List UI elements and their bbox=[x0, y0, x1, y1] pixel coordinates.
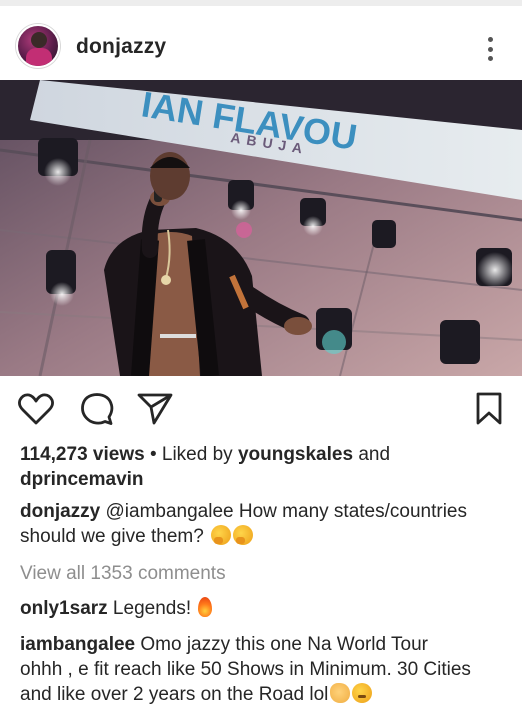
bookmark-icon[interactable] bbox=[475, 392, 503, 426]
liked-by-prefix: • Liked by bbox=[144, 444, 238, 465]
comment-text: Legends! bbox=[107, 598, 192, 619]
liked-by-user[interactable]: youngskales bbox=[238, 444, 353, 465]
post-photo[interactable]: IAN FLAVOU ABUJA bbox=[0, 80, 522, 376]
likes-line: 114,273 views • Liked by youngskales and… bbox=[20, 442, 510, 492]
more-options-icon[interactable] bbox=[480, 34, 500, 64]
ok-hand-emoji-icon bbox=[330, 683, 351, 703]
comment-username[interactable]: iambangalee bbox=[20, 634, 135, 655]
post-header: donjazzy bbox=[0, 6, 522, 80]
thinking-emoji-icon bbox=[211, 525, 232, 545]
views-count[interactable]: 114,273 views bbox=[20, 444, 145, 465]
avatar[interactable] bbox=[16, 24, 60, 68]
liked-by-and: and bbox=[353, 444, 391, 465]
comment-username[interactable]: only1sarz bbox=[20, 598, 108, 619]
comment-text: Omo jazzy this one Na World Tour bbox=[135, 634, 428, 655]
caption: donjazzy @iambangalee How many states/co… bbox=[20, 499, 510, 549]
heart-icon[interactable] bbox=[18, 393, 54, 425]
persevering-emoji-icon bbox=[352, 683, 373, 703]
caption-username[interactable]: donjazzy bbox=[20, 501, 100, 522]
caption-text: How many states/countries bbox=[233, 501, 467, 522]
fire-emoji-icon bbox=[198, 597, 213, 617]
caption-mention[interactable]: @iambangalee bbox=[106, 501, 234, 522]
view-all-comments-link[interactable]: View all 1353 comments bbox=[20, 561, 510, 586]
post-actions-bar bbox=[0, 376, 522, 442]
share-icon[interactable] bbox=[137, 392, 173, 426]
liked-by-user[interactable]: dprincemavin bbox=[20, 469, 144, 490]
comment-item: only1sarz Legends! bbox=[20, 596, 510, 621]
thinking-emoji-icon bbox=[233, 525, 254, 545]
comment-text: and like over 2 years on the Road lol bbox=[20, 684, 329, 705]
caption-text: should we give them? bbox=[20, 526, 204, 547]
comment-icon[interactable] bbox=[80, 392, 114, 426]
comment-item: iambangalee Omo jazzy this one Na World … bbox=[20, 632, 510, 707]
post-username[interactable]: donjazzy bbox=[76, 35, 166, 59]
comment-text: ohhh , e fit reach like 50 Shows in Mini… bbox=[20, 659, 471, 680]
